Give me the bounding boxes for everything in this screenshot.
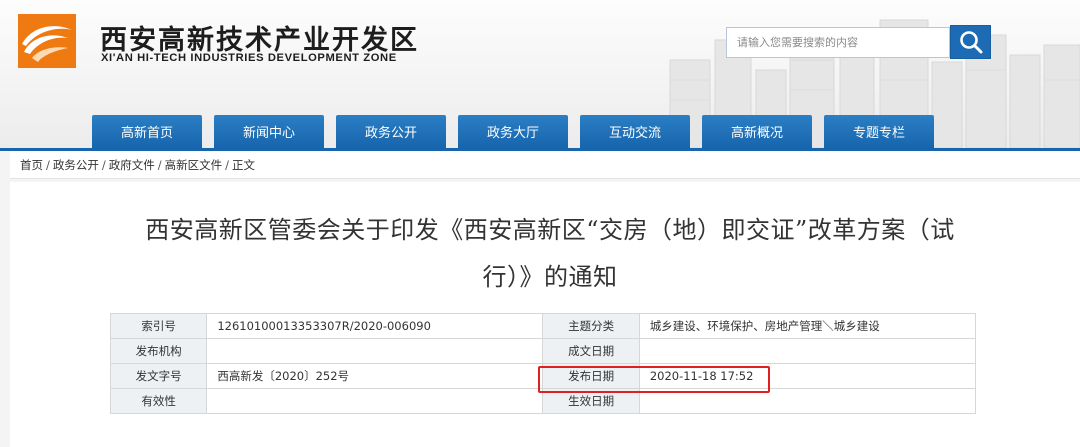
site-subtitle: XI'AN HI-TECH INDUSTRIES DEVELOPMENT ZON… [101, 52, 397, 64]
breadcrumb-separator: / [101, 157, 106, 172]
breadcrumb-zone-docs[interactable]: 高新区文件 [165, 157, 223, 173]
table-row: 发布机构 成文日期 [109, 338, 977, 364]
meta-value: 城乡建设、环境保护、房地产管理＼城乡建设 [638, 313, 977, 339]
breadcrumb-gov-docs[interactable]: 政府文件 [109, 157, 155, 173]
nav-item-service-hall[interactable]: 政务大厅 [458, 115, 568, 148]
meta-label: 发文字号 [109, 363, 208, 389]
meta-value: 西高新发〔2020〕252号 [206, 363, 544, 389]
publish-date-highlight-box [538, 366, 770, 393]
meta-value [206, 388, 544, 414]
nav-item-topics[interactable]: 专题专栏 [824, 115, 934, 148]
nav-item-interaction[interactable]: 互动交流 [580, 115, 690, 148]
article-title: 西安高新区管委会关于印发《西安高新区“交房（地）即交证”改革方案（试 行）》的通… [110, 207, 990, 301]
site-logo-icon[interactable] [18, 14, 76, 68]
search-input[interactable] [726, 27, 950, 58]
table-row: 索引号 12610100013353307R/2020-006090 主题分类 … [109, 313, 977, 339]
nav-item-news[interactable]: 新闻中心 [214, 115, 324, 148]
meta-label: 索引号 [109, 313, 208, 339]
breadcrumb: 首页 / 政务公开 / 政府文件 / 高新区文件 / 正文 [10, 151, 1080, 179]
article-title-line2: 行）》的通知 [482, 263, 618, 291]
meta-value: 12610100013353307R/2020-006090 [206, 313, 544, 339]
breadcrumb-separator: / [157, 157, 162, 172]
search-button[interactable] [950, 25, 991, 59]
site-header: 西安高新技术产业开发区 XI'AN HI-TECH INDUSTRIES DEV… [0, 0, 1080, 148]
nav-item-gov-affairs[interactable]: 政务公开 [336, 115, 446, 148]
breadcrumb-separator: / [225, 157, 229, 172]
search-icon [959, 31, 982, 54]
main-nav: 高新首页 新闻中心 政务公开 政务大厅 互动交流 高新概况 专题专栏 [92, 115, 934, 148]
document-meta-table: 索引号 12610100013353307R/2020-006090 主题分类 … [109, 313, 977, 414]
meta-value [206, 338, 544, 364]
breadcrumb-gov-affairs[interactable]: 政务公开 [53, 157, 99, 173]
breadcrumb-home[interactable]: 首页 [20, 157, 43, 173]
meta-label: 主题分类 [542, 313, 640, 339]
meta-label: 有效性 [109, 388, 208, 414]
nav-item-overview[interactable]: 高新概况 [702, 115, 812, 148]
article-panel: 西安高新区管委会关于印发《西安高新区“交房（地）即交证”改革方案（试 行）》的通… [10, 182, 1080, 447]
article-title-line1: 西安高新区管委会关于印发《西安高新区“交房（地）即交证”改革方案（试 [145, 216, 955, 244]
meta-label: 发布机构 [109, 338, 208, 364]
meta-label: 成文日期 [542, 338, 640, 364]
meta-value [638, 338, 977, 364]
breadcrumb-separator: / [46, 157, 50, 172]
breadcrumb-current: 正文 [232, 157, 255, 172]
nav-item-home[interactable]: 高新首页 [92, 115, 202, 148]
